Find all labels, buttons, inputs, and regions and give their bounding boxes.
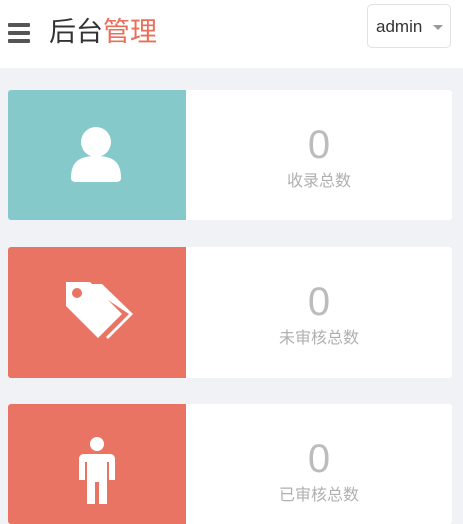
user-name: admin <box>376 17 423 36</box>
stat-value: 0 <box>307 437 331 481</box>
user-dropdown[interactable]: admin <box>367 4 451 48</box>
tags-icon <box>66 282 133 339</box>
person-icon <box>79 437 115 504</box>
page-title-accent: 管理 <box>103 17 157 48</box>
stat-value: 0 <box>307 123 331 167</box>
stat-card-icon-panel <box>8 404 186 524</box>
menu-icon-bar <box>8 23 30 27</box>
menu-icon-bar <box>8 39 30 43</box>
stat-card-total[interactable]: 0 收录总数 <box>8 90 452 220</box>
stat-label: 未审核总数 <box>278 328 359 347</box>
stat-value: 0 <box>307 280 331 324</box>
page-title: 后台管理 <box>49 14 157 52</box>
top-header: 后台管理 admin <box>0 0 463 68</box>
caret-down-icon <box>433 25 443 30</box>
stat-label: 已审核总数 <box>278 485 359 504</box>
stat-card-reviewed[interactable]: 0 已审核总数 <box>8 404 452 524</box>
menu-icon[interactable] <box>8 22 30 44</box>
stat-card-icon-panel <box>8 247 186 378</box>
stat-card-icon-panel <box>8 90 186 220</box>
stat-card-unreviewed[interactable]: 0 未审核总数 <box>8 247 452 378</box>
menu-icon-bar <box>8 31 30 35</box>
user-icon <box>71 127 121 182</box>
page-title-main: 后台 <box>49 17 103 48</box>
stat-label: 收录总数 <box>286 171 351 190</box>
